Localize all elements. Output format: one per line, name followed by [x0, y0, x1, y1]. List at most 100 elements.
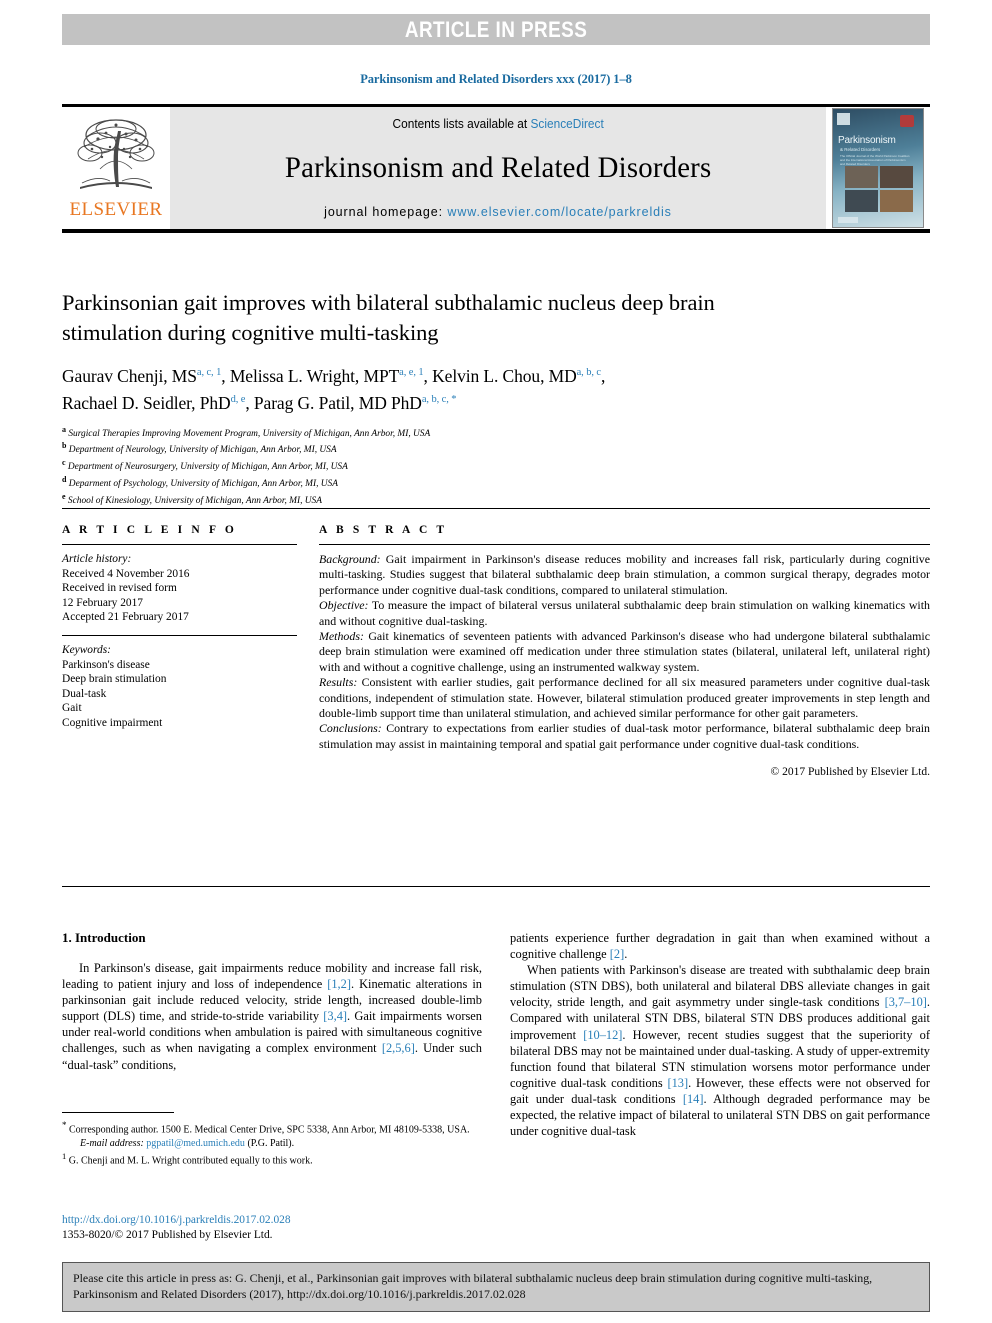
keyword-item: Gait [62, 702, 82, 715]
issn-copyright-line: 1353-8020/© 2017 Published by Elsevier L… [62, 1228, 273, 1241]
abstract-section-label: Conclusions: [319, 721, 382, 736]
abstract-heading: A B S T R A C T [319, 524, 448, 536]
citation-ref[interactable]: [1,2] [327, 977, 351, 991]
keyword-item: Cognitive impairment [62, 716, 163, 729]
cover-image-grid [845, 166, 913, 212]
abstract-column: A B S T R A C T Background: Gait impairm… [319, 524, 930, 778]
article-history-item: Accepted 21 February 2017 [62, 611, 189, 624]
footnote-equal-text: G. Chenji and M. L. Wright contributed e… [68, 1155, 313, 1167]
affiliation-item: e School of Kinesiology, University of M… [62, 491, 762, 508]
elsevier-logo: ELSEVIER [62, 107, 170, 229]
affiliation-item: a Surgical Therapies Improving Movement … [62, 424, 762, 441]
cite-this-article-text: Please cite this article in press as: G.… [73, 1271, 873, 1301]
affiliation-text: Department of Neurology, University of M… [68, 445, 337, 456]
abstract-rule [319, 544, 930, 545]
keyword-item: Deep brain stimulation [62, 673, 167, 686]
title-block: Parkinsonian gait improves with bilatera… [62, 288, 762, 507]
article-history-item: Received in revised form [62, 582, 177, 595]
running-head: Parkinsonism and Related Disorders xxx (… [360, 72, 632, 86]
article-in-press-banner: ARTICLE IN PRESS [62, 14, 930, 45]
homepage-prefix: journal homepage: [324, 205, 448, 219]
keywords-list: Keywords: Parkinson's disease Deep brain… [62, 643, 297, 731]
info-abstract-region: A R T I C L E I N F O Article history: R… [62, 524, 930, 778]
article-info-rule [62, 544, 297, 545]
footnote-equal-contribution: 1 G. Chenji and M. L. Wright contributed… [62, 1150, 482, 1168]
keyword-item: Parkinson's disease [62, 658, 150, 671]
citation-ref[interactable]: [14] [683, 1092, 704, 1106]
abstract-section-text: Gait kinematics of seventeen patients wi… [319, 629, 930, 674]
author-name: Parag G. Patil, MD PhD [253, 392, 422, 413]
cover-title: Parkinsonism [838, 135, 896, 146]
abstract-section-label: Objective: [319, 598, 369, 613]
affiliation-list: a Surgical Therapies Improving Movement … [62, 424, 762, 508]
body-column-left: 1. Introduction In Parkinson's disease, … [62, 930, 482, 1139]
abstract-copyright: © 2017 Published by Elsevier Ltd. [770, 766, 930, 779]
body-columns: 1. Introduction In Parkinson's disease, … [62, 930, 930, 1139]
abstract-body: Background: Gait impairment in Parkinson… [319, 552, 930, 752]
doi-link[interactable]: http://dx.doi.org/10.1016/j.parkreldis.2… [62, 1213, 542, 1228]
page-title: Parkinsonian gait improves with bilatera… [62, 290, 715, 345]
citation-ref[interactable]: [13] [667, 1076, 688, 1090]
citation-ref[interactable]: [2] [610, 947, 624, 961]
affiliation-text: Surgical Therapies Improving Movement Pr… [68, 428, 431, 439]
journal-cover-thumbnail: Parkinsonism & Related Disorders The Off… [832, 108, 924, 228]
footnote-email-owner: (P.G. Patil). [247, 1137, 295, 1149]
journal-homepage-line: journal homepage: www.elsevier.com/locat… [324, 205, 672, 219]
sciencedirect-link[interactable]: ScienceDirect [530, 117, 603, 131]
footnote-rule [62, 1112, 174, 1113]
contents-prefix: Contents lists available at [392, 117, 531, 131]
footnote-star-icon: * [62, 1120, 67, 1130]
citation-ref[interactable]: [2,5,6] [382, 1041, 415, 1055]
abstract-section-text: To measure the impact of bilateral versu… [319, 598, 930, 628]
body-column-right: patients experience further degradation … [510, 930, 930, 1139]
abstract-section: Conclusions: Contrary to expectations fr… [319, 721, 930, 752]
homepage-url[interactable]: www.elsevier.com/locate/parkreldis [447, 205, 671, 219]
abstract-section: Methods: Gait kinematics of seventeen pa… [319, 629, 930, 675]
footnote-corresponding-author: * Corresponding author. 1500 E. Medical … [62, 1119, 482, 1137]
affiliation-mark: d [62, 474, 67, 484]
author-list: Gaurav Chenji, MSa, c, 1, Melissa L. Wri… [62, 365, 606, 413]
footnote-block: * Corresponding author. 1500 E. Medical … [62, 1112, 482, 1168]
citation-ref[interactable]: [3,4] [323, 1009, 347, 1023]
footnote-corresponding-text: Corresponding author. 1500 E. Medical Ce… [69, 1124, 470, 1136]
intro-paragraph-right-1: patients experience further degradation … [510, 931, 930, 962]
abstract-section-text: Contrary to expectations from earlier st… [319, 721, 930, 751]
affiliation-text: School of Kinesiology, University of Mic… [67, 495, 322, 506]
article-info-column: A R T I C L E I N F O Article history: R… [62, 524, 297, 778]
citation-ref[interactable]: [3,7–10] [885, 995, 927, 1009]
section-heading-introduction: 1. Introduction [62, 930, 146, 945]
cover-emblem-icon [900, 115, 914, 127]
cover-image-1 [845, 166, 878, 188]
affiliation-mark: c [62, 458, 66, 468]
contents-line: Contents lists available at ScienceDirec… [392, 117, 603, 131]
doi-block: http://dx.doi.org/10.1016/j.parkreldis.2… [62, 1213, 542, 1242]
keywords-rule [62, 634, 297, 636]
article-history-item: 12 February 2017 [62, 596, 143, 609]
cover-society-logo-icon [837, 113, 850, 125]
footnote-email-label: E-mail address: [80, 1137, 144, 1149]
cite-this-article-box: Please cite this article in press as: G.… [62, 1262, 930, 1312]
author-affil-marks: d, e [230, 393, 246, 405]
article-in-press-label: ARTICLE IN PRESS [404, 16, 588, 42]
keyword-item: Dual-task [62, 687, 107, 700]
author-affil-marks: a, b, c [576, 367, 601, 378]
elsevier-tree-icon [77, 119, 155, 189]
cover-image-4 [880, 190, 913, 212]
footnote-email-link[interactable]: pgpatil@med.umich.edu [146, 1138, 245, 1149]
abstract-section: Results: Consistent with earlier studies… [319, 675, 930, 721]
journal-cover-wrap: Parkinsonism & Related Disorders The Off… [826, 107, 930, 229]
affiliation-item: c Department of Neurosurgery, University… [62, 457, 762, 474]
abstract-section: Background: Gait impairment in Parkinson… [319, 552, 930, 598]
masthead-center: Contents lists available at ScienceDirec… [170, 107, 826, 229]
author-name: Kelvin L. Chou, MD [432, 365, 577, 386]
elsevier-wordmark: ELSEVIER [69, 199, 163, 220]
abstract-section: Objective: To measure the impact of bila… [319, 598, 930, 629]
keywords-label: Keywords: [62, 643, 111, 656]
article-history: Article history: Received 4 November 201… [62, 552, 297, 625]
article-history-item: Received 4 November 2016 [62, 567, 190, 580]
article-history-label: Article history: [62, 553, 132, 565]
author-name: Melissa L. Wright, MPT [229, 365, 400, 386]
intro-paragraph-right-2: When patients with Parkinson's disease a… [510, 963, 931, 1139]
abstract-section-label: Results: [319, 675, 358, 690]
citation-ref[interactable]: [10–12] [583, 1028, 622, 1042]
